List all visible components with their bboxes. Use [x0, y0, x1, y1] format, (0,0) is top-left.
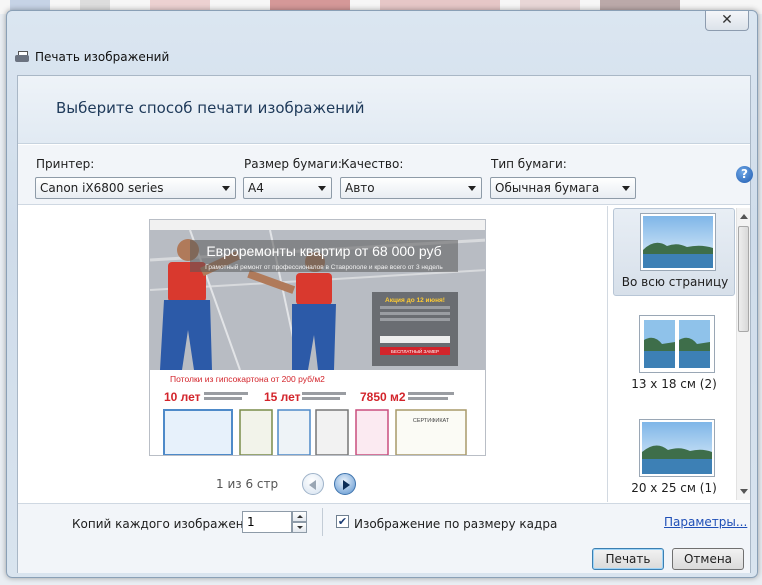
scroll-up-icon[interactable] — [740, 214, 748, 219]
preview-stat-3: 7850 м2 — [360, 390, 406, 404]
stepper-down-button[interactable] — [292, 522, 307, 533]
copies-input[interactable] — [242, 511, 292, 533]
preview-headline: Евроремонты квартир от 68 000 руб — [206, 243, 441, 259]
window-title: Печать изображений — [35, 50, 170, 64]
layout-list: Во всю страницу 13 x 18 см (2) 20 x 25 с… — [609, 206, 750, 502]
paper-type-label: Тип бумаги: — [491, 157, 567, 171]
stepper-up-button[interactable] — [292, 511, 307, 522]
preview-stat-1: 10 лет — [164, 390, 201, 404]
printer-select[interactable]: Canon iX6800 series — [35, 177, 236, 199]
layout-20x25[interactable]: 20 x 25 см (1) — [613, 415, 735, 503]
checkmark-icon: ✔ — [337, 515, 348, 528]
prev-page-icon[interactable] — [302, 473, 325, 495]
preview-promo-button: БЕСПЛАТНЫЙ ЗАМЕР — [391, 347, 439, 354]
chevron-down-icon — [318, 186, 326, 191]
layout-thumbnail — [640, 213, 716, 271]
layout-label: Во всю страницу — [621, 275, 729, 289]
print-pictures-dialog: ✕ Печать изображений Выберите способ печ… — [6, 10, 758, 578]
help-icon[interactable]: ? — [736, 166, 753, 183]
layout-scrollbar[interactable] — [736, 208, 750, 500]
preview-page-image: Евроремонты квартир от 68 000 руб Грамот… — [149, 219, 486, 456]
close-button[interactable]: ✕ — [705, 11, 749, 31]
paper-type-value: Обычная бумага — [495, 181, 600, 195]
parameters-link[interactable]: Параметры... — [664, 515, 747, 529]
scrollbar-thumb[interactable] — [738, 226, 749, 332]
print-button[interactable]: Печать — [592, 548, 664, 570]
preview-promo-title: Акция до 12 июня! — [385, 297, 445, 304]
chevron-down-icon — [622, 186, 630, 191]
layout-label: 13 x 18 см (2) — [631, 377, 717, 391]
page-navigation: 1 из 6 стр — [216, 473, 357, 495]
printer-icon — [15, 50, 29, 64]
chevron-down-icon — [222, 186, 230, 191]
copies-stepper — [292, 511, 307, 533]
bottom-bar: Копий каждого изображения: ✔ Изображение… — [18, 503, 750, 573]
quality-value: Авто — [345, 181, 375, 195]
paper-size-select[interactable]: A4 — [243, 177, 332, 199]
page-counter: 1 из 6 стр — [216, 477, 279, 491]
layout-13x18[interactable]: 13 x 18 см (2) — [613, 311, 735, 399]
printer-label: Принтер: — [36, 157, 95, 171]
paper-type-select[interactable]: Обычная бумага — [490, 177, 636, 199]
header-band: Выберите способ печати изображений — [18, 76, 750, 144]
preview-stat-2: 15 лет — [264, 390, 301, 404]
print-preview-pane: Евроремонты квартир от 68 000 руб Грамот… — [18, 206, 608, 502]
layout-full-page[interactable]: Во всю страницу — [613, 208, 735, 296]
layout-thumbnail — [639, 419, 715, 477]
header-instruction: Выберите способ печати изображений — [56, 99, 365, 117]
chevron-down-icon — [468, 186, 476, 191]
print-settings-bar: Принтер: Canon iX6800 series Размер бума… — [18, 145, 753, 205]
layout-label: 20 x 25 см (1) — [631, 481, 717, 495]
close-icon: ✕ — [721, 12, 733, 28]
fit-to-frame-checkbox[interactable]: ✔ — [336, 515, 349, 528]
next-page-icon[interactable] — [334, 473, 357, 495]
cancel-button[interactable]: Отмена — [672, 548, 744, 570]
quality-label: Качество: — [341, 157, 404, 171]
title-bar: Печать изображений — [15, 47, 169, 67]
quality-select[interactable]: Авто — [340, 177, 482, 199]
divider — [322, 508, 323, 536]
preview-ceiling-text: Потолки из гипсокартона от 200 руб/м2 — [170, 374, 325, 384]
paper-size-value: A4 — [248, 181, 264, 195]
dialog-client-area: Выберите способ печати изображений Принт… — [17, 75, 753, 573]
preview-subline: Грамотный ремонт от профессионалов в Ста… — [205, 263, 443, 271]
preview-certificate-label: СЕРТИФИКАТ — [413, 418, 450, 424]
paper-size-label: Размер бумаги: — [244, 157, 342, 171]
printer-value: Canon iX6800 series — [40, 181, 164, 195]
layout-thumbnail — [639, 315, 715, 373]
fit-to-frame-label: Изображение по размеру кадра — [354, 517, 558, 531]
copies-label: Копий каждого изображения: — [72, 517, 263, 531]
preview-image-art: Евроремонты квартир от 68 000 руб Грамот… — [150, 220, 485, 455]
scroll-down-icon[interactable] — [740, 489, 748, 494]
